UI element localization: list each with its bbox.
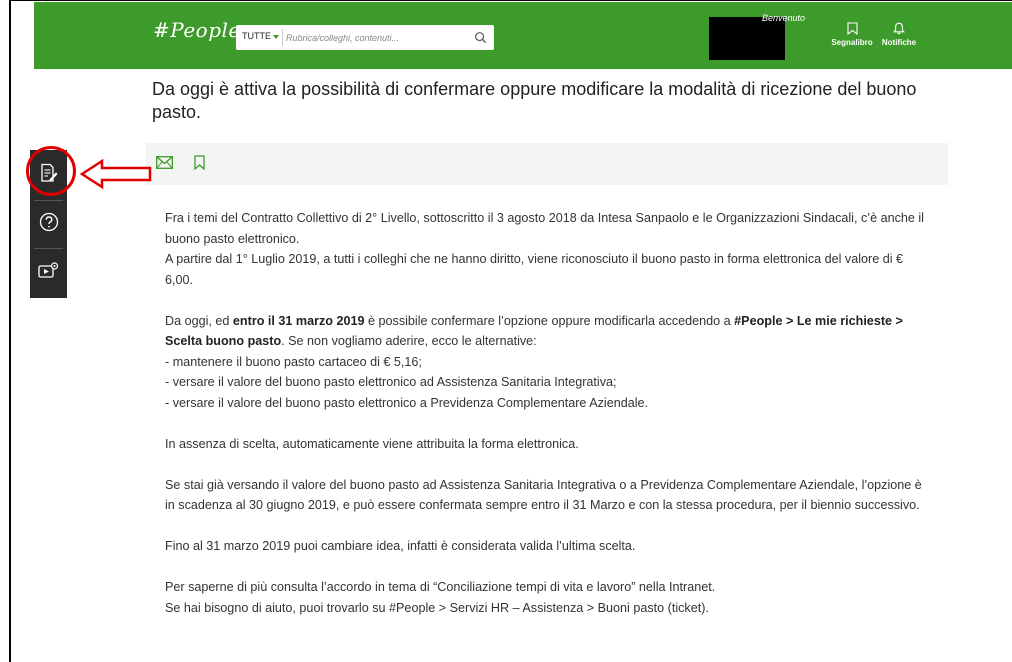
- video-settings-icon: [37, 262, 58, 278]
- notifications-button[interactable]: Notifiche: [876, 22, 922, 47]
- article-text-line: A partire dal 1° Luglio 2019, a tutti i …: [165, 252, 904, 287]
- side-toolbar-divider: [34, 248, 63, 249]
- article-paragraph: Fra i temi del Contratto Collettivo di 2…: [165, 208, 925, 290]
- alternative-item: - versare il valore del buono pasto elet…: [165, 395, 649, 410]
- search-icon[interactable]: [474, 31, 487, 44]
- mail-icon[interactable]: [156, 156, 173, 169]
- article-text-line: Se hai bisogno di aiuto, puoi trovarlo s…: [165, 600, 709, 615]
- notifications-label: Notifiche: [881, 38, 917, 47]
- bookmark-icon[interactable]: [194, 155, 205, 170]
- welcome-text: Benvenuto: [762, 13, 806, 23]
- article-text-line: Fra i temi del Contratto Collettivo di 2…: [165, 211, 924, 246]
- article-paragraph: Se stai già versando il valore del buono…: [165, 477, 922, 513]
- people-logo[interactable]: #People: [153, 18, 241, 42]
- search-category-label: TUTTE: [242, 31, 271, 41]
- search-divider: [282, 29, 283, 46]
- bookmark-top-label: Segnalibro: [831, 38, 873, 47]
- annotation-circle: [26, 146, 76, 196]
- article-title: Da oggi è attiva la possibilità di confe…: [152, 79, 917, 122]
- alternative-item: - versare il valore del buono pasto elet…: [165, 375, 617, 389]
- search-input[interactable]: [286, 30, 466, 45]
- bell-icon: [893, 22, 905, 35]
- help-icon: [39, 212, 58, 232]
- search-bar: TUTTE: [236, 25, 494, 50]
- article-paragraph: In assenza di scelta, automaticamente vi…: [165, 436, 579, 451]
- article-body: Fra i temi del Contratto Collettivo di 2…: [165, 208, 925, 639]
- caret-down-icon: [273, 34, 279, 39]
- bookmark-top-button[interactable]: Segnalibro: [829, 22, 875, 47]
- video-settings-button[interactable]: [30, 250, 67, 290]
- article-paragraph: Fino al 31 marzo 2019 puoi cambiare idea…: [165, 539, 636, 553]
- annotation-arrow: [80, 158, 152, 190]
- article-text: . Se non vogliamo aderire, ecco le alter…: [281, 334, 537, 348]
- top-navigation-bar: #People TUTTE Benvenuto Segnalibro Notif…: [34, 2, 1012, 69]
- side-toolbar-divider: [34, 200, 63, 201]
- alternative-item: - mantenere il buono pasto cartaceo di €…: [165, 354, 422, 369]
- article-text: è possibile confermare l’opzione oppure …: [364, 313, 735, 328]
- redacted-user-name: [709, 17, 785, 60]
- article-text: Da oggi, ed: [165, 313, 233, 328]
- deadline-highlight: entro il 31 marzo 2019: [232, 313, 365, 328]
- article-text-line: Per saperne di più consulta l’accordo in…: [165, 580, 716, 594]
- article-action-bar: [146, 143, 948, 185]
- search-category-select[interactable]: TUTTE: [242, 31, 279, 41]
- article-paragraph: Per saperne di più consulta l’accordo in…: [165, 577, 925, 618]
- article-paragraph: Da oggi, ed entro il 31 marzo 2019 è pos…: [165, 311, 925, 414]
- help-button[interactable]: [30, 202, 67, 242]
- bookmark-icon: [846, 22, 858, 35]
